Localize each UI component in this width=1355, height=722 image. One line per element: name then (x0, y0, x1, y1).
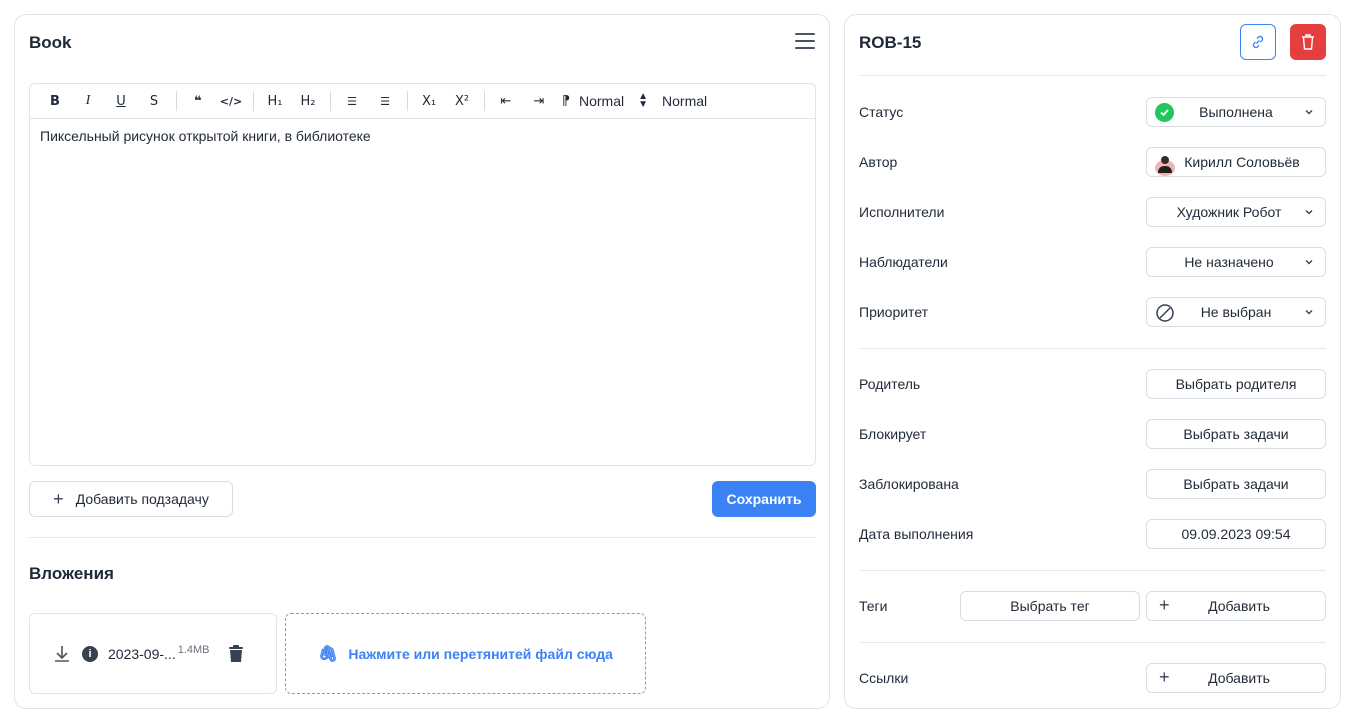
add-subtask-label: Добавить подзадачу (75, 491, 209, 507)
text-direction-button[interactable]: ⁋ (559, 89, 573, 113)
chevron-down-icon (1305, 310, 1313, 315)
header-select-value: Normal (662, 93, 708, 109)
avatar (1155, 156, 1175, 176)
priority-label: Приоритет (859, 304, 929, 320)
italic-button[interactable]: I (75, 89, 101, 113)
plus-icon: + (53, 488, 64, 509)
info-icon[interactable]: i (82, 645, 98, 662)
priority-select[interactable]: Не выбран (1146, 297, 1326, 327)
header-1-button[interactable]: H₁ (262, 89, 288, 113)
underline-button[interactable]: U (108, 89, 134, 113)
add-link-button[interactable]: + Добавить (1146, 663, 1326, 693)
plus-icon: + (1159, 595, 1170, 615)
divider (29, 537, 816, 538)
outdent-button[interactable]: ⇤ (493, 89, 519, 113)
attachments-title: Вложения (29, 564, 114, 583)
divider (859, 642, 1326, 643)
divider (859, 75, 1326, 76)
file-dropzone[interactable]: 🖇 Нажмите или перетянитей файл сюда (285, 613, 646, 694)
task-key: ROB-15 (859, 33, 922, 52)
link-icon (1252, 35, 1264, 49)
assignees-value: Художник Робот (1176, 204, 1282, 220)
chevron-down-icon (1305, 260, 1313, 265)
due-date-label: Дата выполнения (859, 526, 974, 542)
add-link-label: Добавить (1208, 670, 1270, 686)
dropzone-label: Нажмите или перетянитей файл сюда (348, 645, 613, 662)
author-lead (1155, 153, 1175, 176)
attachment-file-name: 2023-09-... (108, 645, 176, 662)
tags-label: Теги (859, 598, 888, 614)
ordered-list-button[interactable]: ☰ (372, 89, 398, 113)
links-label: Ссылки (859, 670, 909, 686)
add-subtask-button[interactable]: + Добавить подзадачу (29, 481, 233, 517)
add-tag-label: Добавить (1208, 598, 1270, 614)
watchers-label: Наблюдатели (859, 254, 948, 270)
watchers-select[interactable]: Не назначено (1146, 247, 1326, 277)
subscript-button[interactable]: X₁ (416, 89, 442, 113)
toolbar-divider (407, 91, 408, 111)
author-label: Автор (859, 154, 898, 170)
assignees-select[interactable]: Художник Робот (1146, 197, 1326, 227)
task-editor-card: Book B I U S ❝ </> H₁ H₂ ☰ ☰ X₁ X² ⇤ ⇥ ⁋… (14, 14, 830, 709)
priority-lead (1155, 303, 1175, 326)
divider (859, 570, 1326, 571)
blocks-label: Блокирует (859, 426, 927, 442)
indent-button[interactable]: ⇥ (526, 89, 552, 113)
parent-label: Родитель (859, 376, 921, 392)
menu-icon[interactable] (795, 33, 815, 51)
status-select[interactable]: Выполнена (1146, 97, 1326, 127)
toolbar-divider (330, 91, 331, 111)
status-lead (1155, 103, 1174, 122)
download-icon[interactable] (52, 644, 72, 664)
task-title: Book (29, 33, 72, 52)
chevron-down-icon (1305, 210, 1313, 215)
editor-toolbar: B I U S ❝ </> H₁ H₂ ☰ ☰ X₁ X² ⇤ ⇥ ⁋ Norm… (30, 84, 815, 119)
blocked-label: Заблокирована (859, 476, 959, 492)
bold-button[interactable]: B (42, 89, 68, 113)
description-editor: B I U S ❝ </> H₁ H₂ ☰ ☰ X₁ X² ⇤ ⇥ ⁋ Norm… (29, 83, 816, 466)
status-label: Статус (859, 104, 904, 120)
trash-icon[interactable] (228, 644, 244, 663)
due-date-input[interactable]: 09.09.2023 09:54 (1146, 519, 1326, 549)
chevron-down-icon (1305, 110, 1313, 115)
blocked-select-button[interactable]: Выбрать задачи (1146, 469, 1326, 499)
blockquote-button[interactable]: ❝ (185, 89, 211, 113)
parent-select-button[interactable]: Выбрать родителя (1146, 369, 1326, 399)
toolbar-divider (253, 91, 254, 111)
author-value: Кирилл Соловьёв (1184, 154, 1300, 170)
code-block-button[interactable]: </> (218, 89, 244, 113)
toolbar-divider (176, 91, 177, 111)
copy-link-button[interactable] (1240, 24, 1276, 60)
toolbar-divider (484, 91, 485, 111)
updown-arrows-icon: ▲ ▼ (638, 91, 649, 110)
superscript-button[interactable]: X² (449, 89, 475, 113)
assignees-label: Исполнители (859, 204, 945, 220)
font-size-value: Normal (579, 93, 625, 109)
divider (859, 348, 1326, 349)
editor-content[interactable]: Пиксельный рисунок открытой книги, в биб… (30, 119, 815, 153)
header-2-button[interactable]: H₂ (295, 89, 321, 113)
blocks-select-button[interactable]: Выбрать задачи (1146, 419, 1326, 449)
attachment-file-card: i 2023-09-... 1.4MB (29, 613, 277, 694)
author-field[interactable]: Кирилл Соловьёв (1146, 147, 1326, 177)
task-details-card: ROB-15 Статус Выполнена Автор Кирилл Сол… (844, 14, 1341, 709)
tag-select-button[interactable]: Выбрать тег (960, 591, 1140, 621)
check-circle-icon (1155, 103, 1174, 122)
header-select[interactable]: Normal (662, 93, 707, 109)
watchers-value: Не назначено (1184, 254, 1274, 270)
plus-icon: + (1159, 667, 1170, 687)
bullet-list-button[interactable]: ☰ (339, 89, 365, 113)
font-size-select[interactable]: Normal ▲ ▼ (579, 91, 649, 110)
save-button[interactable]: Сохранить (712, 481, 816, 517)
strike-button[interactable]: S (141, 89, 167, 113)
add-tag-button[interactable]: + Добавить (1146, 591, 1326, 621)
trash-icon (1302, 34, 1314, 50)
paperclip-icon: 🖇 (318, 645, 339, 663)
priority-value: Не выбран (1200, 304, 1272, 320)
status-value: Выполнена (1199, 104, 1273, 120)
delete-task-button[interactable] (1290, 24, 1326, 60)
attachment-file-size: 1.4MB (177, 643, 210, 656)
no-priority-icon (1156, 304, 1174, 322)
